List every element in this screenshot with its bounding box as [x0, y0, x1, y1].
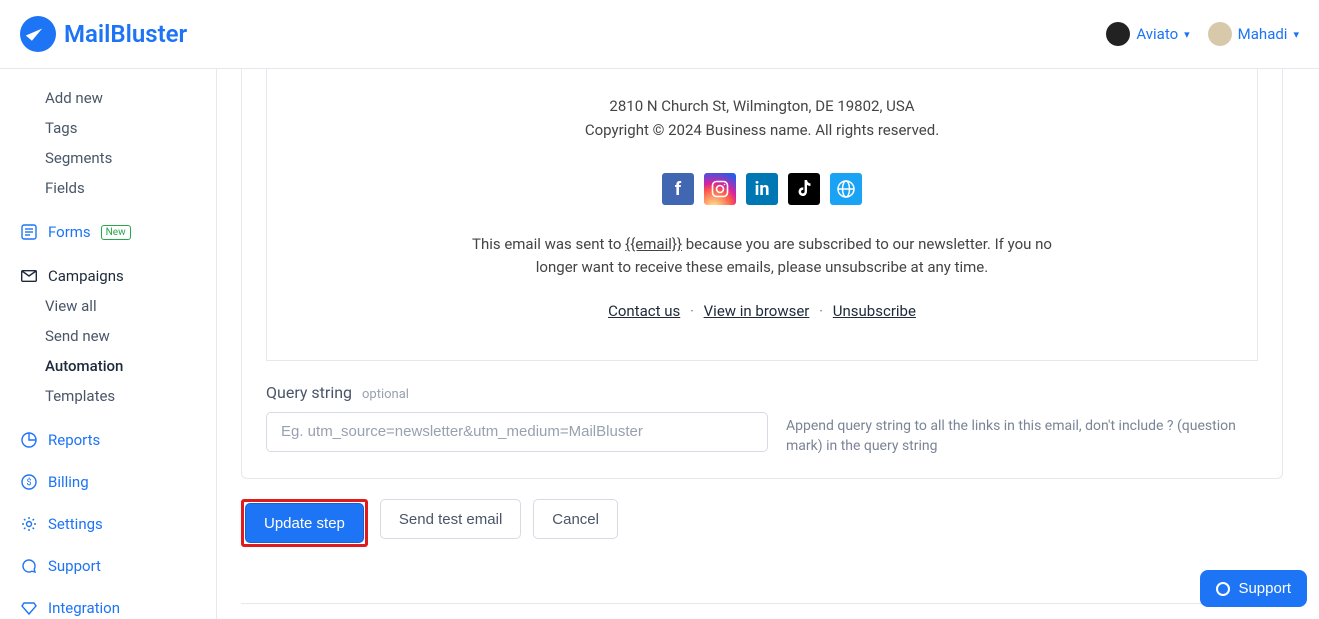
- social-icons-row: f in: [297, 173, 1227, 205]
- sidebar-item-label: Segments: [45, 149, 112, 167]
- user-name: Mahadi: [1238, 25, 1288, 43]
- unsubscribe-link[interactable]: Unsubscribe: [833, 302, 916, 320]
- action-buttons: Update step Send test email Cancel: [241, 479, 1283, 547]
- sidebar-item-label: Billing: [48, 473, 89, 491]
- instagram-icon[interactable]: [704, 173, 736, 205]
- sidebar-item-integration[interactable]: Integration: [0, 593, 216, 619]
- support-button-label: Support: [1238, 580, 1291, 597]
- sidebar-item-tags[interactable]: Tags: [0, 113, 216, 143]
- sidebar-item-billing[interactable]: $ Billing: [0, 467, 216, 497]
- linkedin-icon[interactable]: in: [746, 173, 778, 205]
- tiktok-icon[interactable]: [788, 173, 820, 205]
- top-header: MailBluster Aviato ▾ Mahadi ▾: [0, 0, 1319, 69]
- update-step-button[interactable]: Update step: [245, 503, 364, 543]
- sidebar-item-label: Settings: [48, 515, 103, 533]
- sidebar-item-label: Tags: [45, 119, 77, 137]
- query-string-label: Query string optional: [266, 383, 1258, 402]
- sidebar-item-templates[interactable]: Templates: [0, 381, 216, 411]
- main-content: 2810 N Church St, Wilmington, DE 19802, …: [217, 69, 1319, 619]
- diamond-icon: [20, 600, 38, 616]
- brand-name: MailBluster: [64, 20, 187, 48]
- facebook-icon[interactable]: f: [662, 173, 694, 205]
- send-test-email-button[interactable]: Send test email: [380, 499, 521, 539]
- sidebar-item-label: Fields: [45, 179, 85, 197]
- org-switcher[interactable]: Aviato ▾: [1106, 22, 1189, 46]
- highlight-annotation: Update step: [241, 499, 368, 547]
- new-badge: New: [101, 225, 131, 240]
- header-right: Aviato ▾ Mahadi ▾: [1106, 22, 1299, 46]
- chart-icon: [20, 432, 38, 448]
- chat-icon: [20, 558, 38, 574]
- cancel-button[interactable]: Cancel: [533, 499, 618, 539]
- sidebar-item-label: Reports: [48, 431, 100, 449]
- brand-logo[interactable]: MailBluster: [20, 16, 187, 52]
- disclaimer-email-token: {{email}}: [625, 235, 682, 253]
- dollar-icon: $: [20, 474, 38, 490]
- sidebar-item-label: Automation: [45, 357, 123, 375]
- org-name: Aviato: [1136, 25, 1178, 43]
- sidebar-item-support[interactable]: Support: [0, 551, 216, 581]
- preview-links: Contact us · View in browser · Unsubscri…: [297, 302, 1227, 320]
- globe-icon[interactable]: [830, 173, 862, 205]
- query-string-section: Query string optional Append query strin…: [242, 361, 1282, 479]
- sidebar-item-label: Send new: [45, 327, 110, 345]
- sidebar-item-view-all[interactable]: View all: [0, 291, 216, 321]
- separator-dot: ·: [819, 302, 823, 320]
- user-menu[interactable]: Mahadi ▾: [1208, 22, 1299, 46]
- chevron-down-icon: ▾: [1184, 28, 1190, 41]
- optional-hint: optional: [362, 387, 409, 402]
- sidebar-item-fields[interactable]: Fields: [0, 173, 216, 203]
- sidebar-item-settings[interactable]: Settings: [0, 509, 216, 539]
- svg-text:$: $: [26, 477, 31, 488]
- field-label-text: Query string: [266, 383, 352, 402]
- sidebar-item-send-new[interactable]: Send new: [0, 321, 216, 351]
- sidebar-item-label: Forms: [48, 223, 91, 241]
- sidebar-item-add-new[interactable]: Add new: [0, 83, 216, 113]
- view-browser-link[interactable]: View in browser: [704, 302, 810, 320]
- query-string-help: Append query string to all the links in …: [786, 412, 1258, 457]
- sidebar-item-segments[interactable]: Segments: [0, 143, 216, 173]
- support-ring-icon: [1216, 582, 1230, 596]
- org-avatar-icon: [1106, 22, 1130, 46]
- sidebar-item-automation[interactable]: Automation: [0, 351, 216, 381]
- sidebar-item-label: Add new: [45, 89, 103, 107]
- floating-support-button[interactable]: Support: [1200, 570, 1307, 607]
- query-string-input[interactable]: [266, 412, 768, 452]
- preview-disclaimer: This email was sent to {{email}} because…: [472, 233, 1052, 280]
- chevron-down-icon: ▾: [1293, 28, 1299, 41]
- preview-address: 2810 N Church St, Wilmington, DE 19802, …: [297, 69, 1227, 115]
- email-preview: 2810 N Church St, Wilmington, DE 19802, …: [266, 69, 1258, 361]
- sidebar: Add new Tags Segments Fields Forms New C…: [0, 69, 217, 619]
- footer-separator: [241, 603, 1283, 604]
- forms-icon: [20, 224, 38, 240]
- contact-link[interactable]: Contact us: [608, 302, 680, 320]
- form-card: 2810 N Church St, Wilmington, DE 19802, …: [241, 69, 1283, 479]
- sidebar-item-label: View all: [45, 297, 97, 315]
- separator-dot: ·: [690, 302, 694, 320]
- disclaimer-text-1: This email was sent to: [472, 235, 625, 253]
- sidebar-item-forms[interactable]: Forms New: [0, 217, 216, 247]
- sidebar-item-reports[interactable]: Reports: [0, 425, 216, 455]
- sidebar-item-label: Campaigns: [48, 267, 124, 285]
- sidebar-item-label: Integration: [48, 599, 120, 617]
- gear-icon: [20, 516, 38, 532]
- sidebar-item-label: Templates: [45, 387, 115, 405]
- sidebar-item-campaigns[interactable]: Campaigns: [0, 261, 216, 291]
- user-avatar-icon: [1208, 22, 1232, 46]
- envelope-icon: [20, 270, 38, 282]
- preview-copyright: Copyright © 2024 Business name. All righ…: [297, 121, 1227, 139]
- sidebar-item-label: Support: [48, 557, 101, 575]
- brand-logo-icon: [20, 16, 56, 52]
